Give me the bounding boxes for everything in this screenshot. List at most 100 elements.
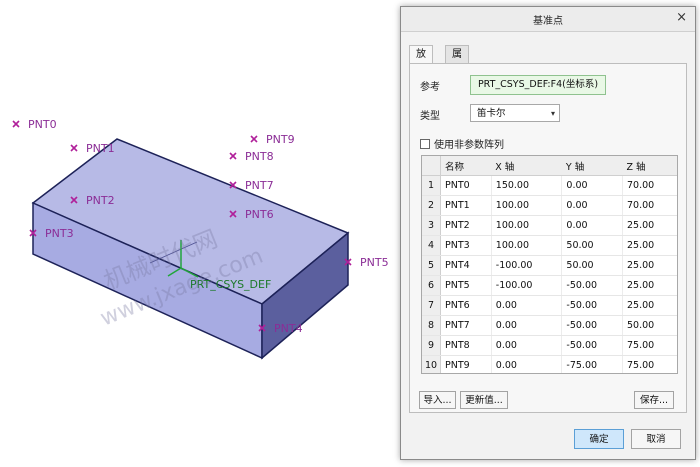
table-row[interactable]: 4 PNT3 100.00 50.00 25.00 (422, 235, 677, 256)
close-icon[interactable]: × (676, 10, 687, 25)
cell-y[interactable]: 50.00 (561, 255, 624, 276)
cell-y[interactable]: 50.00 (561, 235, 624, 256)
nonparam-label: 使用非参数阵列 (434, 140, 504, 151)
cell-x[interactable]: 0.00 (491, 315, 563, 336)
cell-name[interactable]: PNT2 (440, 215, 492, 236)
type-dropdown[interactable]: 笛卡尔 ▾ (470, 104, 560, 122)
table-header-row: 名称 X 轴 Y 轴 Z 轴 (422, 156, 677, 176)
cell-y[interactable]: -50.00 (561, 335, 624, 356)
cell-y[interactable]: 0.00 (561, 175, 624, 196)
datum-point-label: PNT5 (360, 256, 389, 269)
cell-y[interactable]: 0.00 (561, 195, 624, 216)
cell-z[interactable]: 25.00 (622, 255, 677, 276)
datum-point-pnt9[interactable]: PNT9 (250, 133, 295, 146)
cell-z[interactable]: 50.00 (622, 315, 677, 336)
table-row[interactable]: 3 PNT2 100.00 0.00 25.00 (422, 215, 677, 236)
dialog-titlebar[interactable]: 基准点 × (401, 7, 695, 32)
cross-icon (250, 135, 258, 143)
cell-z[interactable]: 70.00 (622, 195, 677, 216)
row-index: 2 (422, 195, 441, 216)
cell-x[interactable]: 100.00 (491, 235, 563, 256)
type-value: 笛卡尔 (477, 108, 506, 119)
cell-x[interactable]: -100.00 (491, 275, 563, 296)
cell-x[interactable]: 0.00 (491, 335, 563, 356)
datum-point-label: PNT1 (86, 142, 115, 155)
cell-name[interactable]: PNT4 (440, 255, 492, 276)
cell-name[interactable]: PNT0 (440, 175, 492, 196)
cell-y[interactable]: -50.00 (561, 275, 624, 296)
row-index: 10 (422, 355, 441, 373)
row-index: 3 (422, 215, 441, 236)
save-button[interactable]: 保存... (634, 391, 674, 409)
cancel-button[interactable]: 取消 (631, 429, 681, 449)
table-row[interactable]: 8 PNT7 0.00 -50.00 50.00 (422, 315, 677, 336)
table-row[interactable]: 2 PNT1 100.00 0.00 70.00 (422, 195, 677, 216)
datum-point-dialog: 基准点 × 放置 属性 参考 PRT_CSYS_DEF:F4(坐标系) 类型 笛… (400, 6, 696, 460)
type-label: 类型 (420, 111, 440, 122)
datum-point-label: PNT3 (45, 227, 74, 240)
cell-name[interactable]: PNT7 (440, 315, 492, 336)
table-row[interactable]: 7 PNT6 0.00 -50.00 25.00 (422, 295, 677, 316)
cell-z[interactable]: 25.00 (622, 235, 677, 256)
row-index: 8 (422, 315, 441, 336)
cell-z[interactable]: 25.00 (622, 215, 677, 236)
cross-icon (12, 120, 20, 128)
datum-point-pnt1[interactable]: PNT1 (70, 142, 115, 155)
row-index: 7 (422, 295, 441, 316)
datum-point-label: PNT4 (274, 322, 303, 335)
datum-point-label: PNT9 (266, 133, 295, 146)
update-values-button[interactable]: 更新值... (460, 391, 508, 409)
tab-placement[interactable]: 放置 (409, 45, 433, 77)
datum-point-label: PNT2 (86, 194, 115, 207)
row-index: 6 (422, 275, 441, 296)
checkbox-box[interactable] (420, 139, 430, 149)
reference-label: 参考 (420, 82, 440, 93)
cell-y[interactable]: 0.00 (561, 215, 624, 236)
reference-collector[interactable]: PRT_CSYS_DEF:F4(坐标系) (470, 75, 606, 95)
cell-name[interactable]: PNT6 (440, 295, 492, 316)
cell-name[interactable]: PNT5 (440, 275, 492, 296)
table-row[interactable]: 9 PNT8 0.00 -50.00 75.00 (422, 335, 677, 356)
cell-z[interactable]: 75.00 (622, 355, 677, 373)
cell-name[interactable]: PNT3 (440, 235, 492, 256)
datum-point-pnt5[interactable]: PNT5 (344, 256, 389, 269)
cell-y[interactable]: -50.00 (561, 295, 624, 316)
datum-point-label: PNT0 (28, 118, 57, 131)
cell-z[interactable]: 25.00 (622, 275, 677, 296)
import-button[interactable]: 导入... (419, 391, 456, 409)
cell-z[interactable]: 75.00 (622, 335, 677, 356)
header-name: 名称 (440, 156, 492, 176)
table-row[interactable]: 1 PNT0 150.00 0.00 70.00 (422, 175, 677, 196)
cell-name[interactable]: PNT8 (440, 335, 492, 356)
cell-name[interactable]: PNT1 (440, 195, 492, 216)
nonparam-array-checkbox[interactable]: 使用非参数阵列 (420, 136, 504, 151)
datum-point-pnt8[interactable]: PNT8 (229, 150, 274, 163)
datum-point-label: PNT7 (245, 179, 274, 192)
header-y: Y 轴 (561, 156, 623, 176)
table-row[interactable]: 6 PNT5 -100.00 -50.00 25.00 (422, 275, 677, 296)
cell-name[interactable]: PNT9 (440, 355, 492, 373)
cell-x[interactable]: 100.00 (491, 215, 563, 236)
cell-y[interactable]: -50.00 (561, 315, 624, 336)
cell-x[interactable]: -100.00 (491, 255, 563, 276)
table-row[interactable]: 10 PNT9 0.00 -75.00 75.00 (422, 355, 677, 373)
chevron-down-icon: ▾ (550, 109, 555, 118)
dialog-title: 基准点 (533, 16, 563, 27)
datum-point-label: PNT6 (245, 208, 274, 221)
row-index: 5 (422, 255, 441, 276)
datum-point-pnt0[interactable]: PNT0 (12, 118, 57, 131)
tab-properties[interactable]: 属性 (445, 45, 469, 77)
ok-button[interactable]: 确定 (574, 429, 624, 449)
row-index: 1 (422, 175, 441, 196)
datum-point-label: PNT8 (245, 150, 274, 163)
row-index: 9 (422, 335, 441, 356)
cell-z[interactable]: 70.00 (622, 175, 677, 196)
cross-icon (229, 152, 237, 160)
cell-x[interactable]: 150.00 (491, 175, 563, 196)
cell-y[interactable]: -75.00 (561, 355, 624, 373)
table-row[interactable]: 5 PNT4 -100.00 50.00 25.00 (422, 255, 677, 276)
cell-x[interactable]: 100.00 (491, 195, 563, 216)
cell-x[interactable]: 0.00 (491, 295, 563, 316)
cell-z[interactable]: 25.00 (622, 295, 677, 316)
cell-x[interactable]: 0.00 (491, 355, 563, 373)
